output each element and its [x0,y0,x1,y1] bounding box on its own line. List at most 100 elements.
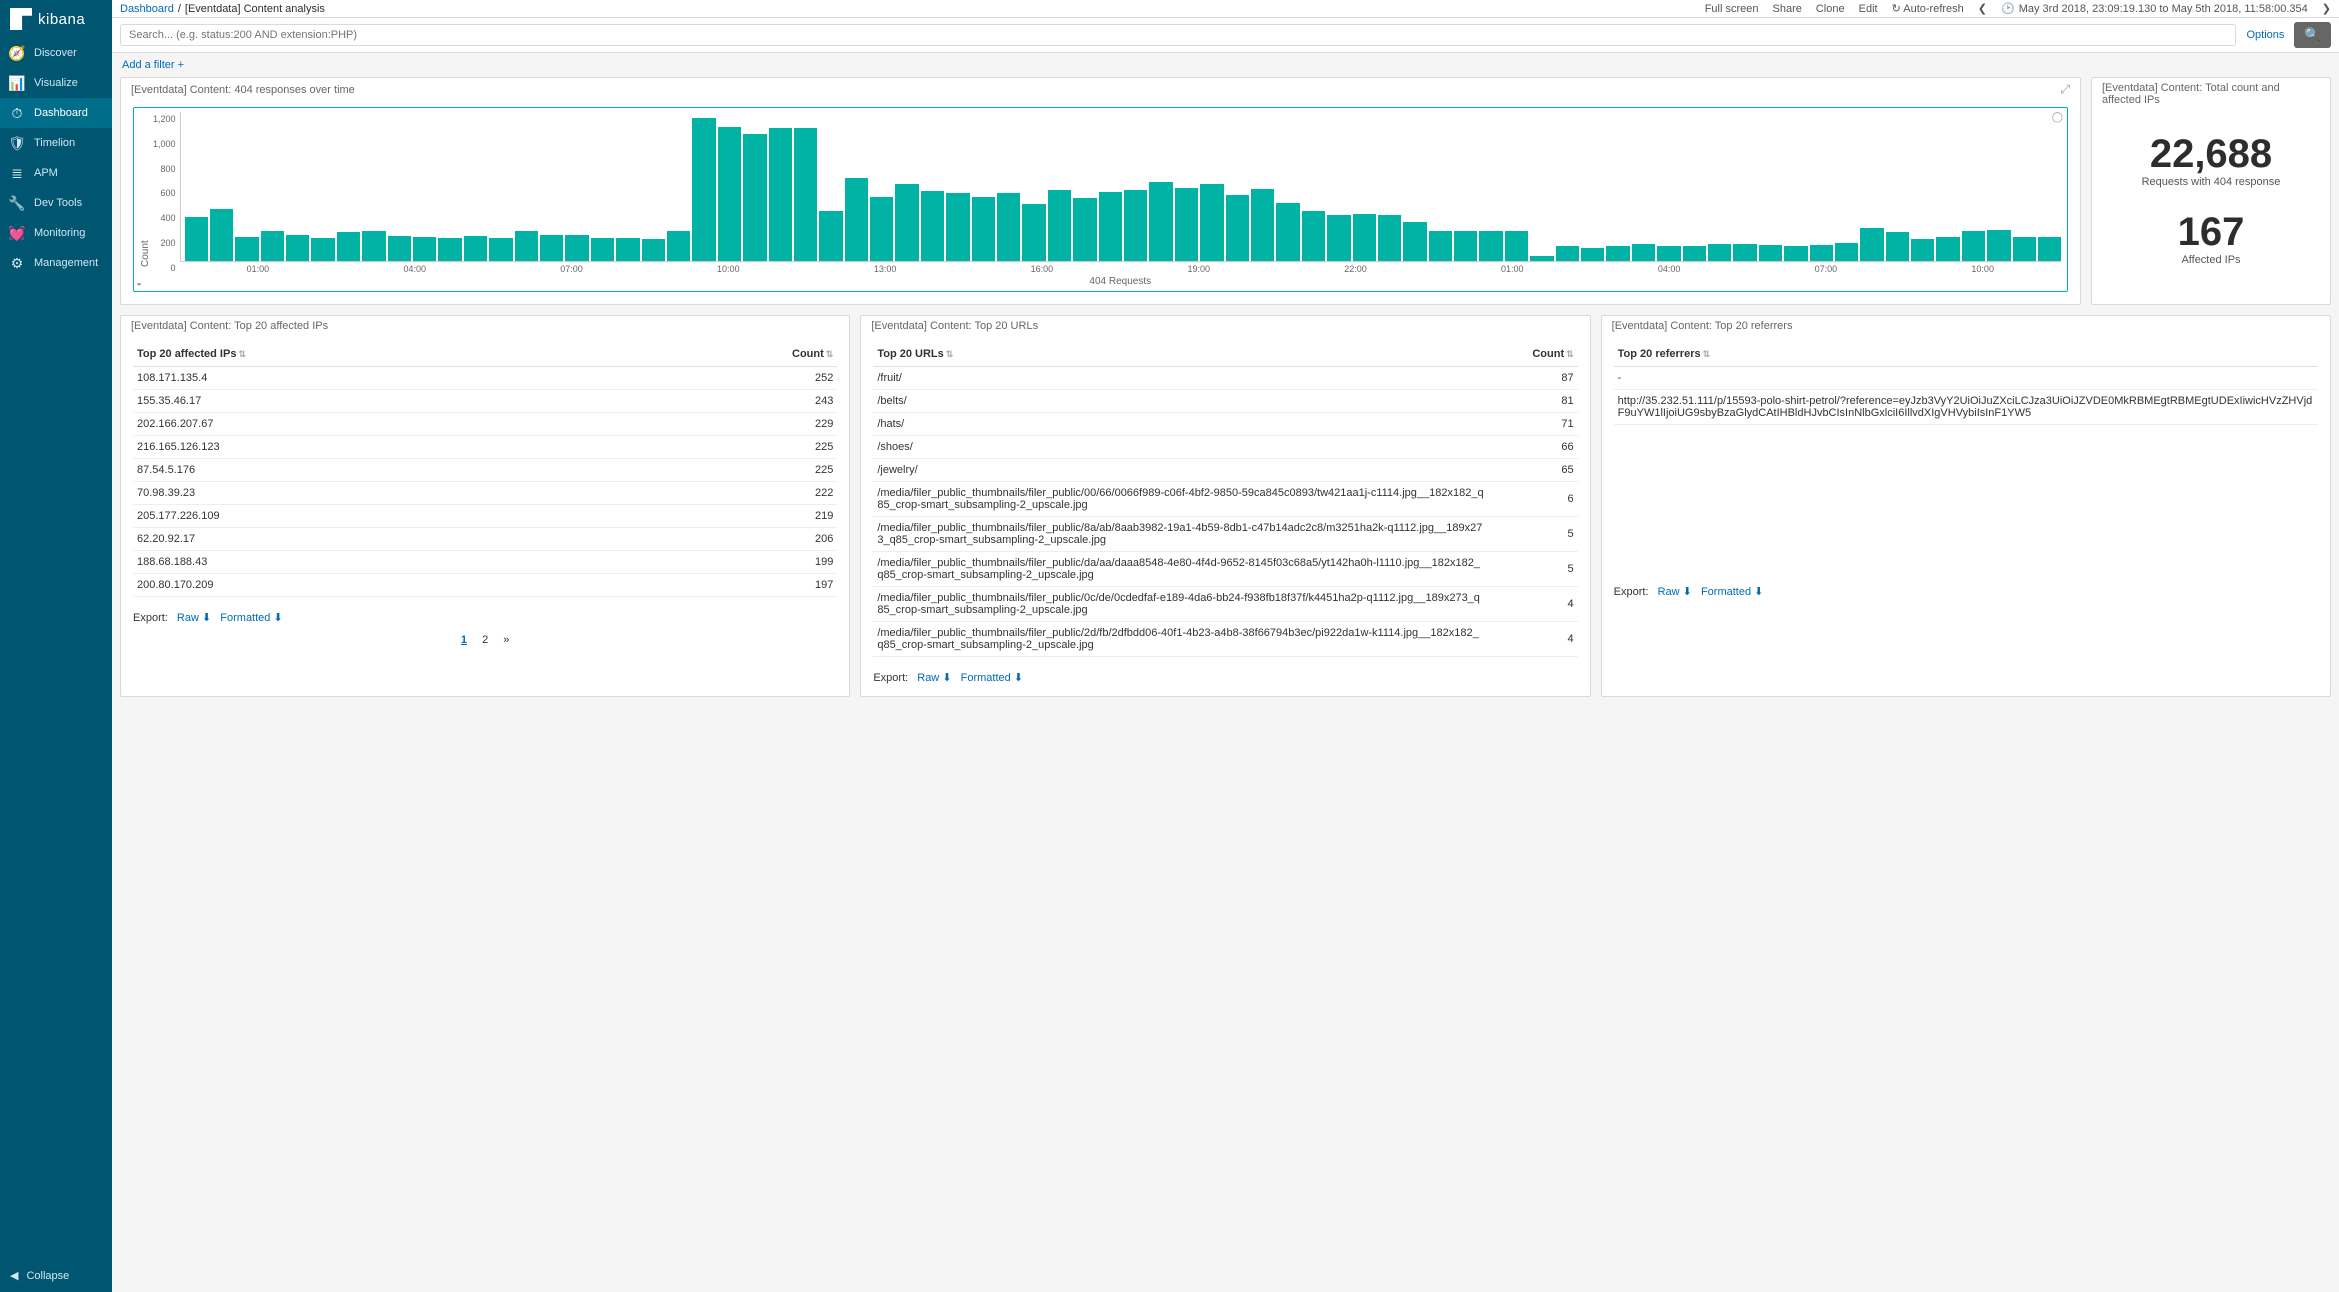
chart-bar[interactable] [718,127,741,261]
chart-bar[interactable] [870,197,893,261]
chart-bar[interactable] [642,239,665,261]
chart-bar[interactable] [464,236,487,261]
chart-bar[interactable] [1556,246,1579,261]
table-row[interactable]: 188.68.188.43199 [133,551,837,574]
chart-bar[interactable] [388,236,411,261]
chart-bar[interactable] [362,231,385,261]
auto-refresh-button[interactable]: ↻ Auto-refresh [1892,2,1964,15]
chart-bar[interactable] [1251,189,1274,261]
col-header-ip[interactable]: Top 20 affected IPs⇅ [133,342,628,367]
col-header-count[interactable]: Count⇅ [628,342,837,367]
chart-bar[interactable] [692,118,715,261]
chart-bar[interactable] [1911,239,1934,261]
chart-bar[interactable] [1175,188,1198,261]
nav-item-visualize[interactable]: 📊Visualize [0,68,112,98]
chart-bar[interactable] [1403,222,1426,261]
chart-bar[interactable] [1810,245,1833,261]
chart-bar[interactable] [515,231,538,261]
chart-bar[interactable] [311,238,334,261]
full-screen-button[interactable]: Full screen [1705,3,1759,15]
nav-item-dashboard[interactable]: ⏱Dashboard [0,98,112,128]
nav-item-management[interactable]: ⚙Management [0,248,112,278]
chart-bar[interactable] [2038,237,2061,261]
breadcrumb-root[interactable]: Dashboard [120,3,174,15]
table-row[interactable]: 205.177.226.109219 [133,505,837,528]
table-row[interactable]: /belts/81 [873,390,1577,413]
chart-bar[interactable] [1048,190,1071,261]
chart-bar[interactable] [1759,245,1782,261]
chart-bar[interactable] [1632,244,1655,261]
chart-bar[interactable] [438,238,461,261]
chart-bar[interactable] [1302,211,1325,261]
nav-item-dev-tools[interactable]: 🔧Dev Tools [0,188,112,218]
table-row[interactable]: 155.35.46.17243 [133,390,837,413]
chart-bar[interactable] [997,193,1020,261]
chart-bar[interactable] [946,193,969,261]
chart-bar[interactable] [235,237,258,261]
chart-bar[interactable] [1581,248,1604,261]
chart-bar[interactable] [1327,215,1350,261]
chart-bar[interactable] [1124,190,1147,261]
chart-bar[interactable] [1429,231,1452,261]
chart-bar[interactable] [1022,204,1045,261]
col-header-count[interactable]: Count⇅ [1488,342,1577,367]
table-row[interactable]: 200.80.170.209197 [133,574,837,597]
chart-bar[interactable] [667,231,690,261]
export-formatted-link[interactable]: Formatted ⬇ [961,672,1023,684]
nav-item-monitoring[interactable]: 💓Monitoring [0,218,112,248]
chart-bar[interactable] [565,235,588,261]
chart-bar[interactable] [1962,231,1985,261]
clone-button[interactable]: Clone [1816,3,1845,15]
chart-bar[interactable] [1886,232,1909,261]
chart-bar[interactable] [1200,184,1223,261]
table-row[interactable]: http://35.232.51.111/p/15593-polo-shirt-… [1614,390,2318,425]
export-formatted-link[interactable]: Formatted ⬇ [1701,586,1763,598]
chart-bar[interactable] [1505,231,1528,261]
chart-bar[interactable] [1708,244,1731,261]
chart-bar[interactable] [1835,243,1858,261]
chart-bar[interactable] [1657,246,1680,261]
table-row[interactable]: /media/filer_public_thumbnails/filer_pub… [873,482,1577,517]
page-2[interactable]: 2 [482,634,488,646]
export-formatted-link[interactable]: Formatted ⬇ [220,612,282,624]
nav-item-timelion[interactable]: 🛡Timelion [0,128,112,158]
chart-bar[interactable] [743,134,766,261]
chart-bar[interactable] [1378,215,1401,261]
chart-bar[interactable] [540,235,563,261]
table-row[interactable]: - [1614,367,2318,390]
chart-bar[interactable] [616,238,639,261]
export-raw-link[interactable]: Raw ⬇ [177,612,211,624]
table-row[interactable]: /fruit/87 [873,367,1577,390]
col-header-referrer[interactable]: Top 20 referrers⇅ [1614,342,2318,367]
panel-expand-icon[interactable]: ⤢ [2060,82,2070,97]
chart-bar[interactable] [210,209,233,261]
nav-item-discover[interactable]: 🧭Discover [0,38,112,68]
chart-bar[interactable] [1149,182,1172,261]
edit-button[interactable]: Edit [1859,3,1878,15]
chart-bar[interactable] [1987,230,2010,261]
chart-close-icon[interactable]: ◯ [2052,112,2063,123]
chart-bar[interactable] [1073,198,1096,261]
chart-bar[interactable] [591,238,614,261]
chart-bar[interactable] [413,237,436,261]
search-input[interactable] [120,24,2236,46]
table-row[interactable]: /shoes/66 [873,436,1577,459]
chart-bar[interactable] [1454,231,1477,261]
time-range-picker[interactable]: 🕑 May 3rd 2018, 23:09:19.130 to May 5th … [2001,2,2308,15]
table-row[interactable]: 70.98.39.23222 [133,482,837,505]
chart-bar[interactable] [1606,246,1629,261]
table-row[interactable]: /media/filer_public_thumbnails/filer_pub… [873,552,1577,587]
chart-bar[interactable] [1530,256,1553,261]
table-row[interactable]: /media/filer_public_thumbnails/filer_pub… [873,517,1577,552]
chart-bar[interactable] [1936,237,1959,261]
chart-bar[interactable] [286,235,309,261]
chart-bar[interactable] [337,232,360,261]
table-row[interactable]: /hats/71 [873,413,1577,436]
chart-bar[interactable] [1353,214,1376,261]
time-nav-prev-button[interactable]: ❮ [1978,2,1987,15]
chart-container[interactable]: ◯ Count 1,2001,0008006004002000 01:0004:… [133,107,2068,292]
chart-bar[interactable] [972,197,995,261]
time-nav-next-button[interactable]: ❯ [2322,2,2331,15]
chart-bar[interactable] [1276,203,1299,261]
chart-bar[interactable] [1733,244,1756,261]
